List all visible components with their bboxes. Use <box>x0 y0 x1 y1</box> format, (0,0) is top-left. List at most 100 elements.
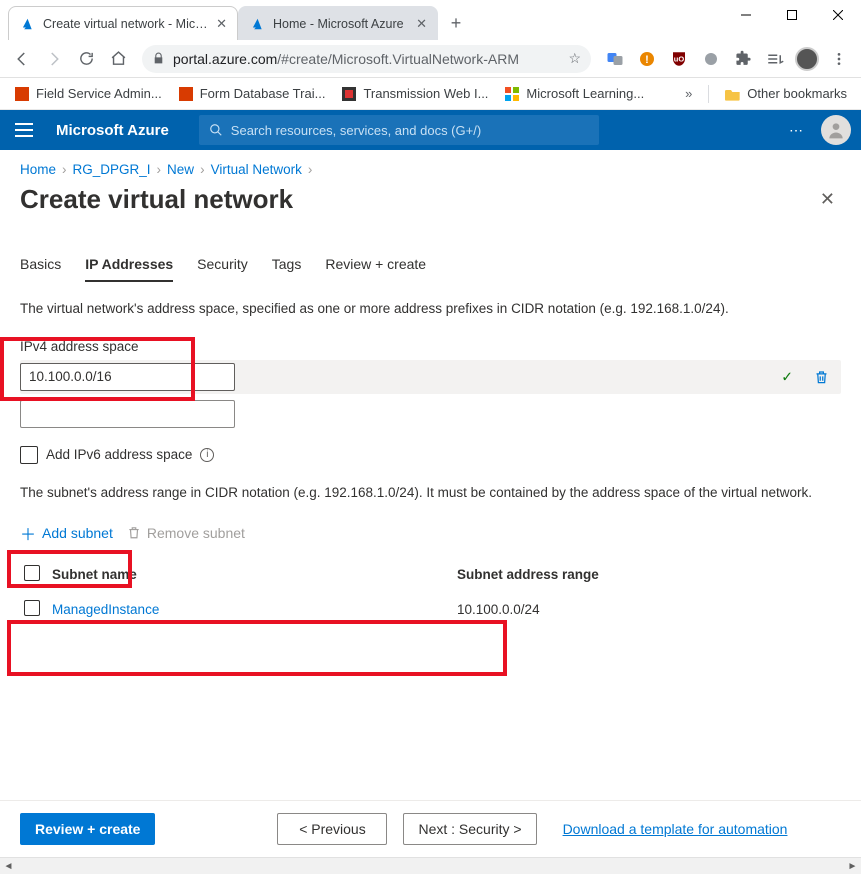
extensions-icon[interactable] <box>729 45 757 73</box>
table-row: ManagedInstance 10.100.0.0/24 <box>20 592 841 627</box>
folder-icon <box>725 86 741 102</box>
search-icon <box>209 123 223 137</box>
close-blade-button[interactable]: ✕ <box>814 183 841 216</box>
bookmark-item[interactable]: Microsoft Learning... <box>498 82 650 106</box>
lock-icon <box>152 52 165 65</box>
reload-button[interactable] <box>72 45 100 73</box>
column-header-range[interactable]: Subnet address range <box>457 567 837 582</box>
ipv4-description: The virtual network's address space, spe… <box>20 300 841 319</box>
back-button[interactable] <box>8 45 36 73</box>
page-content: Home› RG_DPGR_I› New› Virtual Network› C… <box>0 150 861 856</box>
row-checkbox[interactable] <box>24 600 40 616</box>
horizontal-scrollbar[interactable]: ◄ ► <box>0 857 861 874</box>
bookmark-label: Microsoft Learning... <box>526 86 644 101</box>
remove-subnet-button[interactable]: Remove subnet <box>127 525 245 541</box>
review-create-button[interactable]: Review + create <box>20 813 155 845</box>
star-icon[interactable]: ☆ <box>568 50 581 67</box>
microsoft-icon <box>504 86 520 102</box>
forward-button[interactable] <box>40 45 68 73</box>
other-bookmarks-button[interactable]: Other bookmarks <box>719 82 853 106</box>
close-icon[interactable]: ✕ <box>416 16 427 32</box>
tab-review-create[interactable]: Review + create <box>325 250 426 282</box>
column-header-name[interactable]: Subnet name <box>52 567 457 582</box>
search-placeholder: Search resources, services, and docs (G+… <box>231 123 481 138</box>
azure-favicon-icon <box>19 16 35 32</box>
download-template-link[interactable]: Download a template for automation <box>563 821 788 837</box>
bookmark-label: Other bookmarks <box>747 86 847 101</box>
browser-toolbar: portal.azure.com/#create/Microsoft.Virtu… <box>0 40 861 78</box>
tab-ip-addresses[interactable]: IP Addresses <box>85 250 173 282</box>
bookmark-overflow-button[interactable]: » <box>679 86 698 101</box>
page-title: Create virtual network <box>20 184 814 215</box>
plus-icon: ＋ <box>20 521 36 545</box>
trash-icon <box>127 525 141 540</box>
bookmark-item[interactable]: Form Database Trai... <box>172 82 332 106</box>
chevron-right-icon: › <box>308 162 313 177</box>
close-icon[interactable]: ✕ <box>216 16 227 32</box>
footer-bar: Review + create < Previous Next : Securi… <box>0 800 861 856</box>
highlight-box <box>7 620 507 676</box>
tab-tags[interactable]: Tags <box>272 250 302 282</box>
menu-icon[interactable] <box>825 45 853 73</box>
tab-title: Home - Microsoft Azure <box>273 17 410 31</box>
address-bar[interactable]: portal.azure.com/#create/Microsoft.Virtu… <box>142 45 591 73</box>
window-controls <box>723 0 861 30</box>
subnet-range-cell: 10.100.0.0/24 <box>457 602 837 617</box>
bookmark-item[interactable]: Transmission Web I... <box>335 82 494 106</box>
scroll-left-icon[interactable]: ◄ <box>0 858 17 875</box>
breadcrumb-link[interactable]: RG_DPGR_I <box>73 162 151 177</box>
remove-subnet-label: Remove subnet <box>147 525 245 541</box>
next-button[interactable]: Next : Security > <box>403 813 536 845</box>
bookmark-label: Field Service Admin... <box>36 86 162 101</box>
breadcrumb-link[interactable]: Virtual Network <box>211 162 302 177</box>
table-header-row: Subnet name Subnet address range <box>20 557 841 592</box>
extension-dot-icon[interactable] <box>697 45 725 73</box>
ipv6-checkbox[interactable] <box>20 446 38 464</box>
select-all-checkbox[interactable] <box>24 565 40 581</box>
media-icon[interactable] <box>761 45 789 73</box>
maximize-button[interactable] <box>769 0 815 30</box>
transmission-icon <box>341 86 357 102</box>
global-search-input[interactable]: Search resources, services, and docs (G+… <box>199 115 599 145</box>
close-window-button[interactable] <box>815 0 861 30</box>
browser-tab-inactive[interactable]: Home - Microsoft Azure ✕ <box>238 6 438 40</box>
azure-favicon-icon <box>249 16 265 32</box>
breadcrumb-link[interactable]: New <box>167 162 194 177</box>
hamburger-menu-button[interactable] <box>0 110 48 150</box>
blade-tabs: Basics IP Addresses Security Tags Review… <box>20 250 841 282</box>
ipv4-address-input[interactable] <box>20 363 235 391</box>
delete-address-button[interactable] <box>807 363 835 391</box>
tab-basics[interactable]: Basics <box>20 250 61 282</box>
bookmark-label: Form Database Trai... <box>200 86 326 101</box>
bookmark-item[interactable]: Field Service Admin... <box>8 82 168 106</box>
dynamics-icon <box>178 86 194 102</box>
translate-icon[interactable] <box>601 45 629 73</box>
chevron-right-icon: › <box>62 162 67 177</box>
svg-text:!: ! <box>645 54 649 66</box>
new-tab-button[interactable]: + <box>442 9 470 37</box>
breadcrumb-link[interactable]: Home <box>20 162 56 177</box>
previous-button[interactable]: < Previous <box>277 813 387 845</box>
extension-alert-icon[interactable]: ! <box>633 45 661 73</box>
more-icon[interactable]: ⋯ <box>781 122 813 139</box>
ublock-icon[interactable]: uO <box>665 45 693 73</box>
profile-avatar[interactable] <box>793 45 821 73</box>
bookmark-bar: Field Service Admin... Form Database Tra… <box>0 78 861 110</box>
add-subnet-button[interactable]: ＋ Add subnet <box>20 521 113 545</box>
browser-tab-active[interactable]: Create virtual network - Microsoft ✕ <box>8 6 238 40</box>
breadcrumb: Home› RG_DPGR_I› New› Virtual Network› <box>20 162 841 177</box>
account-avatar[interactable] <box>821 115 851 145</box>
window-titlebar: Create virtual network - Microsoft ✕ Hom… <box>0 0 861 40</box>
brand-label[interactable]: Microsoft Azure <box>48 122 189 139</box>
chevron-right-icon: › <box>157 162 162 177</box>
scroll-right-icon[interactable]: ► <box>844 858 861 875</box>
subnet-table: Subnet name Subnet address range Managed… <box>20 557 841 627</box>
divider <box>708 85 709 103</box>
ipv4-address-input-empty[interactable] <box>20 400 235 428</box>
info-icon[interactable]: i <box>200 448 214 462</box>
ipv4-label: IPv4 address space <box>20 339 841 354</box>
home-button[interactable] <box>104 45 132 73</box>
minimize-button[interactable] <box>723 0 769 30</box>
subnet-name-link[interactable]: ManagedInstance <box>52 602 159 617</box>
tab-security[interactable]: Security <box>197 250 248 282</box>
